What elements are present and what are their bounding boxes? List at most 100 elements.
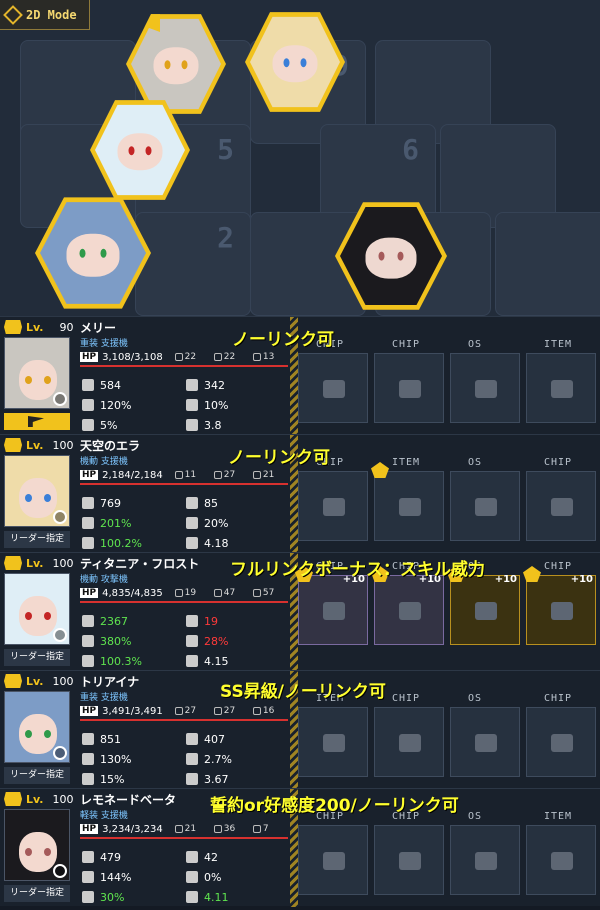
attack-stat: 769: [82, 495, 121, 511]
defense-stat: 42: [186, 849, 218, 865]
rank-badge-icon: [4, 556, 22, 570]
unit-portrait[interactable]: [4, 691, 70, 763]
shield-icon: [186, 733, 198, 745]
hp-bar: HP 3,491/3,491 27 27 16: [80, 703, 288, 721]
item-slot-icon: [323, 734, 345, 752]
set-leader-button[interactable]: リーダー指定: [4, 649, 70, 666]
sparkle-icon: [82, 537, 94, 549]
fuel-icon: [213, 825, 222, 833]
annotation-note: ノーリンク可: [228, 448, 330, 468]
evasion-stat: 10%: [186, 397, 228, 413]
equipment-slot[interactable]: [374, 825, 444, 895]
accuracy-stat: 380%: [82, 633, 131, 649]
chip-slot-icon: [551, 498, 573, 516]
zoom-icon[interactable]: [53, 392, 67, 406]
level-display: Lv. 100: [4, 555, 73, 571]
hp-bar: HP 3,234/3,234 21 36 7: [80, 821, 288, 839]
battle-map: 9 5 6 2 2D Mode: [0, 0, 600, 316]
equipment-slot[interactable]: [526, 353, 596, 423]
equipped-badge-icon: [371, 462, 389, 478]
map-tile[interactable]: 2: [135, 212, 251, 316]
unit-class: 重装 支援機: [80, 339, 128, 349]
chip-slot-icon: [323, 380, 345, 398]
rank-badge-icon: [4, 438, 22, 452]
speed-icon: [186, 655, 198, 667]
mode-icon: [3, 4, 23, 25]
speed-icon: [186, 773, 198, 785]
fuel-stat: 36: [213, 824, 249, 834]
equipment-slot[interactable]: [298, 707, 368, 777]
equipment-slot[interactable]: +10: [523, 566, 596, 645]
set-leader-button[interactable]: リーダー指定: [4, 885, 70, 902]
evasion-icon: [186, 399, 198, 411]
equipment-slot[interactable]: [371, 462, 444, 541]
zoom-icon[interactable]: [53, 746, 67, 760]
equipment-slot[interactable]: [450, 471, 520, 541]
chip-slot-icon: [551, 734, 573, 752]
unit-class: 機動 攻撃機: [80, 575, 128, 585]
equipment-slot[interactable]: [298, 353, 368, 423]
unit-portrait[interactable]: [4, 337, 70, 409]
evasion-stat: 20%: [186, 515, 228, 531]
unit-name: トリアイナ: [80, 675, 140, 689]
os-slot-icon: [475, 498, 497, 516]
equipment-slot[interactable]: [450, 825, 520, 895]
evasion-icon: [186, 635, 198, 647]
set-leader-button[interactable]: リーダー指定: [4, 531, 70, 548]
equipment-slot[interactable]: +10: [295, 566, 368, 645]
set-leader-button[interactable]: リーダー指定: [4, 767, 70, 784]
zoom-icon[interactable]: [53, 628, 67, 642]
speed-icon: [186, 419, 198, 431]
defense-stat: 342: [186, 377, 225, 393]
equipment-slot[interactable]: [450, 707, 520, 777]
mode-toggle-button[interactable]: 2D Mode: [0, 0, 90, 30]
gear-stat: 22: [174, 352, 210, 362]
equipment-slot[interactable]: +10: [447, 566, 520, 645]
equipment-slot[interactable]: [526, 471, 596, 541]
equipment-slot[interactable]: [374, 707, 444, 777]
unit-portrait[interactable]: [4, 573, 70, 645]
unit-name: メリー: [80, 321, 117, 335]
zoom-icon[interactable]: [53, 510, 67, 524]
fuel-icon: [213, 353, 222, 361]
item-slot-icon: [399, 498, 421, 516]
crosshair-icon: [82, 517, 94, 529]
unit-name: レモネードベータ: [80, 793, 177, 807]
equipped-badge-icon: [523, 566, 541, 582]
annotation-note: 誓約or好感度200/ノーリンク可: [210, 796, 459, 816]
level-display: Lv. 100: [4, 437, 73, 453]
equipment-slot[interactable]: [374, 353, 444, 423]
unit-row: Lv. 90 メリー 重装 支援機 HP 3,108/3,108 22 22 1…: [0, 316, 600, 435]
set-leader-button[interactable]: [4, 413, 70, 430]
attack-icon: [82, 851, 94, 863]
hp-bar: HP 3,108/3,108 22 22 13: [80, 349, 288, 367]
unit-class: 軽装 支援機: [80, 811, 128, 821]
item-slot-icon: [551, 380, 573, 398]
annotation-note: フルリンクボーナス：スキル威力: [230, 560, 485, 580]
unit-portrait[interactable]: [4, 809, 70, 881]
map-tile[interactable]: [495, 212, 600, 316]
equipment-slot[interactable]: [298, 825, 368, 895]
rank-badge-icon: [4, 320, 22, 334]
unit-row: Lv. 100 リーダー指定 天空のエラ 機動 支援機 HP 2,184/2,1…: [0, 434, 600, 553]
equipment-slot[interactable]: [526, 707, 596, 777]
equipment-slot[interactable]: [526, 825, 596, 895]
attack-icon: [82, 379, 94, 391]
accuracy-stat: 201%: [82, 515, 131, 531]
shield-icon: [186, 851, 198, 863]
attack-stat: 851: [82, 731, 121, 747]
crosshair-icon: [82, 871, 94, 883]
equipment-slot[interactable]: +10: [371, 566, 444, 645]
unit-portrait[interactable]: [4, 455, 70, 527]
critical-stat: 30%: [82, 889, 124, 905]
equipment-slot[interactable]: [450, 353, 520, 423]
evasion-stat: 0%: [186, 869, 221, 885]
equipment-slot[interactable]: [298, 471, 368, 541]
chip-slot-icon: [399, 380, 421, 398]
chip-slot-icon: [399, 602, 421, 620]
speed-stat: 3.8: [186, 417, 222, 433]
level-display: Lv. 100: [4, 673, 73, 689]
chip-slot-icon: [399, 852, 421, 870]
zoom-icon[interactable]: [53, 864, 67, 878]
speed-stat: 4.11: [186, 889, 229, 905]
